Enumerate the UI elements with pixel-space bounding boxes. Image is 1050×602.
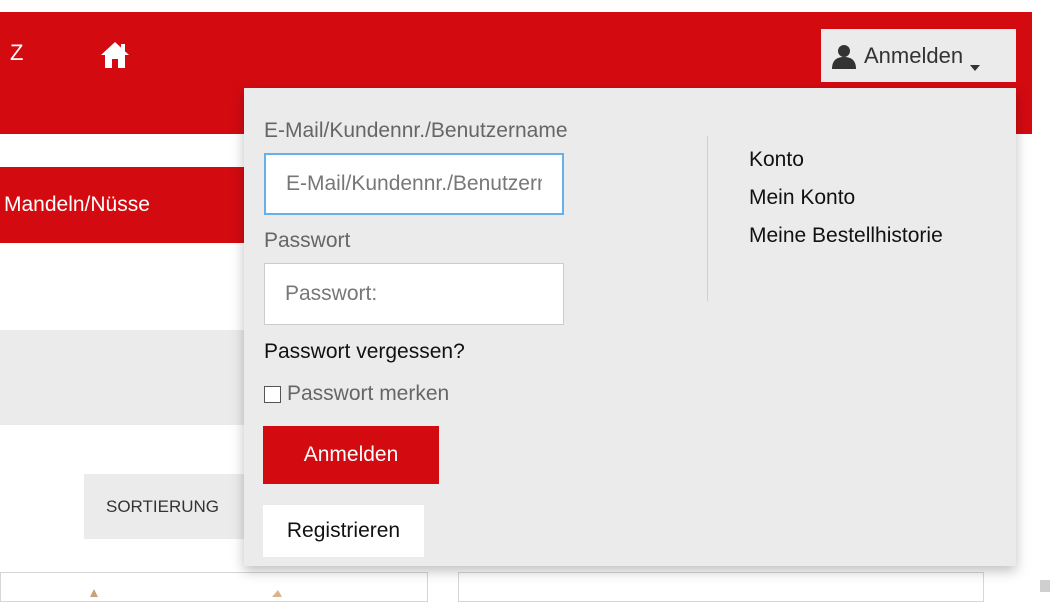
forgot-password-link[interactable]: Passwort vergessen?: [264, 340, 465, 364]
filter-section: [0, 330, 250, 425]
register-button[interactable]: Registrieren: [263, 505, 424, 557]
login-dropdown-panel: E-Mail/Kundennr./Benutzername Passwort P…: [244, 88, 1016, 566]
login-toggle-label: Anmelden: [864, 42, 964, 68]
nav-item-partial[interactable]: Z: [10, 40, 23, 66]
product-card[interactable]: [0, 572, 428, 602]
category-tab-label: Mandeln/Nüsse: [4, 193, 150, 216]
page-edge: [1032, 0, 1050, 592]
remember-password-checkbox[interactable]: [264, 385, 281, 403]
product-image: [88, 584, 102, 597]
caret-down-icon: [970, 52, 981, 71]
register-label: Registrieren: [286, 519, 401, 542]
email-input[interactable]: [264, 153, 564, 215]
category-tab-active[interactable]: Mandeln/Nüsse: [0, 167, 250, 243]
product-image: [270, 584, 284, 597]
email-label: E-Mail/Kundennr./Benutzername: [264, 119, 568, 142]
login-submit-button[interactable]: Anmelden: [263, 426, 439, 484]
account-menu-heading: Konto: [749, 148, 804, 171]
remember-password-label: Passwort merken: [287, 382, 450, 405]
account-menu: Konto Mein Konto Meine Bestellhistorie: [749, 146, 979, 260]
column-divider: [707, 136, 708, 301]
password-label: Passwort: [264, 229, 351, 252]
account-link-order-history[interactable]: Meine Bestellhistorie: [749, 222, 979, 250]
scrollbar[interactable]: [1040, 580, 1050, 592]
sort-dropdown[interactable]: SORTIERUNG: [84, 474, 264, 539]
user-icon: [829, 41, 859, 71]
account-link-my-account[interactable]: Mein Konto: [749, 184, 979, 212]
login-dropdown-toggle[interactable]: Anmelden: [821, 29, 1016, 82]
sort-label: SORTIERUNG: [106, 496, 220, 516]
product-card[interactable]: [458, 572, 984, 602]
home-icon[interactable]: [99, 40, 131, 70]
password-input[interactable]: [264, 263, 564, 325]
remember-password-row[interactable]: Passwort merken: [264, 382, 449, 406]
